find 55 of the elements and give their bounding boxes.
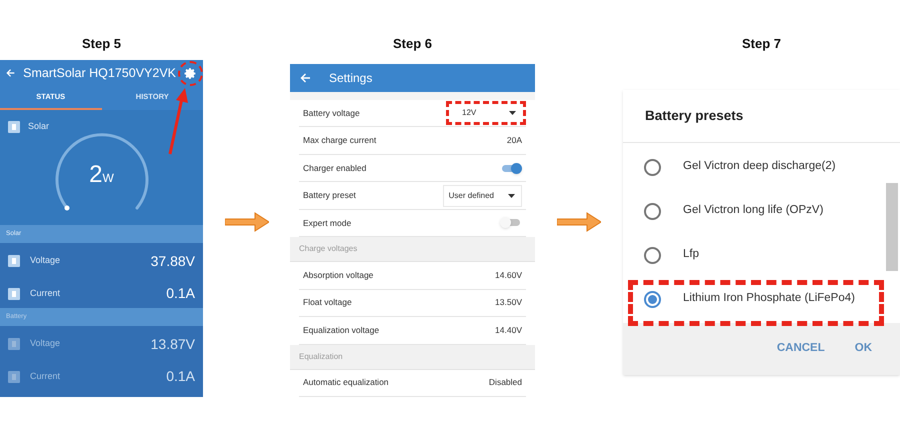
- step-title: Step 5: [82, 36, 121, 52]
- reading-label: Current: [30, 286, 62, 300]
- radio-option[interactable]: Gel Victron long life (OPzV): [623, 189, 900, 233]
- arrow-icon: [224, 212, 268, 232]
- dropdown[interactable]: 12V: [450, 102, 522, 124]
- radio-button[interactable]: [644, 246, 661, 264]
- square-icon: [8, 255, 20, 267]
- group-header: Charge voltages: [299, 243, 358, 256]
- radio-button[interactable]: [644, 202, 661, 220]
- caret-icon: [508, 194, 515, 198]
- setting-label: Battery voltage: [303, 106, 360, 120]
- reading-value: 37.88V: [150, 252, 195, 270]
- gauge-label: Solar: [28, 120, 50, 133]
- setting-value: Disabled: [488, 376, 522, 390]
- setting-label: Max charge current: [303, 134, 376, 147]
- screen-title: Settings: [329, 70, 372, 87]
- reading-value: 13.87V: [150, 334, 195, 354]
- square-icon: [8, 288, 20, 300]
- reading-label: Voltage: [30, 337, 62, 350]
- setting-label: Charger enabled: [303, 162, 366, 174]
- toggle-switch[interactable]: [500, 216, 522, 229]
- radio-button[interactable]: [644, 290, 661, 308]
- caret-icon: [509, 111, 516, 116]
- group-header: Equalization: [299, 350, 343, 363]
- dropdown[interactable]: User defined: [442, 184, 522, 207]
- settings-icon[interactable]: [184, 66, 197, 80]
- setting-value: 14.40V: [495, 324, 522, 337]
- toggle-switch[interactable]: [500, 162, 522, 174]
- reading-label: Voltage: [30, 254, 62, 268]
- setting-label: Expert mode: [303, 216, 352, 230]
- device-title: SmartSolar HQ1750VY2VK: [23, 64, 176, 82]
- setting-value: 13.50V: [495, 296, 522, 310]
- arrow-icon: [557, 212, 601, 232]
- step-title: Step 7: [742, 36, 781, 52]
- reading-value: 0.1A: [166, 284, 195, 303]
- step-title: Step 6: [392, 36, 432, 52]
- square-icon: [8, 120, 20, 133]
- setting-label: Automatic equalization: [303, 376, 389, 390]
- setting-value: 20A: [506, 134, 522, 147]
- setting-value: 14.60V: [495, 269, 522, 282]
- reading-value: 0.1A: [166, 367, 195, 386]
- setting-label: Absorption voltage: [303, 269, 374, 282]
- dialog-title: Battery presets: [645, 106, 744, 125]
- radio-button[interactable]: [644, 158, 661, 176]
- radio-option[interactable]: Gel Victron deep discharge(2): [623, 145, 900, 189]
- square-icon: [8, 338, 20, 350]
- setting-label: Battery preset: [303, 189, 356, 202]
- radio-option[interactable]: Lfp: [623, 233, 900, 277]
- back-icon[interactable]: [6, 68, 16, 78]
- setting-label: Equalization voltage: [303, 324, 380, 337]
- setting-label: Float voltage: [303, 296, 352, 310]
- gauge-reading: 2W: [89, 160, 114, 190]
- back-icon[interactable]: [300, 72, 311, 83]
- reading-label: Current: [30, 370, 62, 383]
- square-icon: [8, 370, 20, 382]
